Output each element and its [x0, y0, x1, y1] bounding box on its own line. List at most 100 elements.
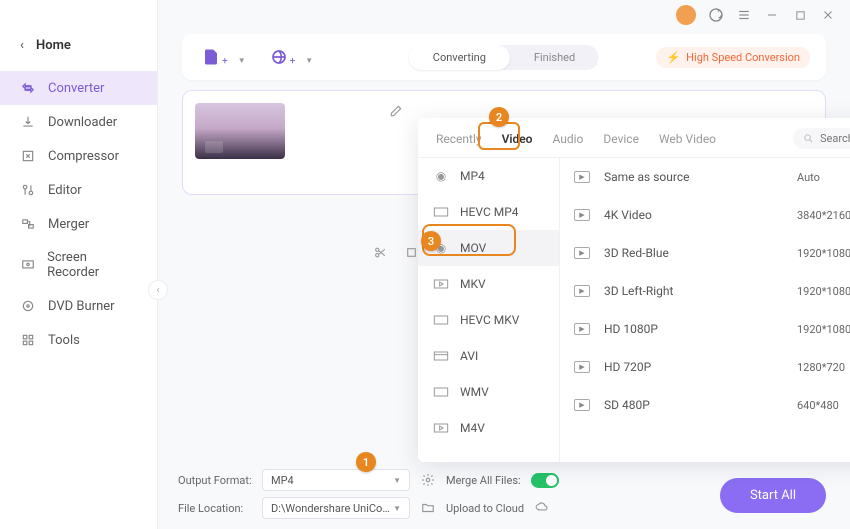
preset-list: ▶ Same as source Auto ▶4K Video3840*2160 ▶…	[560, 158, 850, 462]
format-hevc-mp4[interactable]: HEVC MP4	[418, 194, 559, 230]
format-icon	[432, 313, 450, 327]
add-file-button[interactable]: +	[198, 44, 232, 70]
format-m4v[interactable]: M4V	[418, 410, 559, 446]
format-icon	[432, 385, 450, 399]
chevron-down-icon: ▼	[393, 476, 401, 485]
format-avi[interactable]: AVI	[418, 338, 559, 374]
format-mkv[interactable]: MKV	[418, 266, 559, 302]
format-hevc-mkv[interactable]: HEVC MKV	[418, 302, 559, 338]
sidebar-item-editor[interactable]: Editor	[0, 173, 157, 207]
editor-icon	[20, 182, 36, 198]
preset-name: HD 1080P	[604, 322, 783, 336]
play-icon: ▶	[574, 171, 590, 183]
recorder-icon	[20, 257, 35, 273]
format-wmv[interactable]: WMV	[418, 374, 559, 410]
chevron-down-icon[interactable]: ▼	[238, 56, 246, 65]
popup-tab-video[interactable]: Video	[500, 129, 535, 149]
format-label: AVI	[460, 349, 478, 363]
preset-resolution: Auto	[797, 171, 850, 184]
output-format-label: Output Format:	[178, 474, 252, 487]
preset-resolution: 3840*2160	[797, 209, 850, 222]
preset-row[interactable]: ▶4K Video3840*2160	[560, 196, 850, 234]
search-input[interactable]	[820, 132, 850, 145]
play-icon: ▶	[574, 399, 590, 411]
preset-row[interactable]: ▶ Same as source Auto	[560, 158, 850, 196]
sidebar-item-downloader[interactable]: Downloader	[0, 105, 157, 139]
preset-name: 3D Red-Blue	[604, 246, 783, 260]
format-label: MP4	[460, 169, 485, 183]
upload-label: Upload to Cloud	[446, 502, 524, 515]
sidebar-item-label: Merger	[48, 217, 89, 232]
preset-resolution: 1920*1080	[797, 247, 850, 260]
format-icon	[432, 205, 450, 219]
add-url-button[interactable]: +	[266, 44, 300, 70]
preset-row[interactable]: ▶ HD 1080P 1920*1080	[560, 310, 850, 348]
sidebar-item-dvd-burner[interactable]: DVD Burner	[0, 289, 157, 323]
plus-icon: +	[290, 56, 296, 67]
play-icon: ▶	[574, 247, 590, 259]
cloud-icon[interactable]	[534, 500, 550, 517]
output-format-value: MP4	[271, 474, 294, 487]
preset-name: 3D Left-Right	[604, 284, 783, 298]
format-popup: Recently Video Audio Device Web Video ◉M…	[418, 118, 850, 462]
format-icon	[432, 421, 450, 435]
sidebar-item-label: Converter	[48, 81, 104, 96]
sidebar-item-screen-recorder[interactable]: Screen Recorder	[0, 241, 157, 289]
sidebar-item-label: Screen Recorder	[47, 250, 137, 280]
main-area: + ▼ + ▼ Converting Finished ⚡ High Speed…	[158, 0, 850, 529]
sidebar-item-converter[interactable]: Converter	[0, 71, 157, 105]
sidebar-item-label: Editor	[48, 183, 82, 198]
file-actions	[374, 246, 418, 262]
start-all-button[interactable]: Start All	[720, 478, 826, 513]
sidebar-item-tools[interactable]: Tools	[0, 323, 157, 357]
preset-row[interactable]: ▶HD 720P1280*720	[560, 348, 850, 386]
merge-label: Merge All Files:	[446, 474, 521, 487]
output-format-select[interactable]: MP4 ▼	[262, 469, 410, 491]
high-speed-badge[interactable]: ⚡ High Speed Conversion	[656, 47, 810, 68]
play-icon: ▶	[574, 323, 590, 335]
step-badge-1: 1	[356, 452, 376, 472]
format-icon	[432, 277, 450, 291]
format-icon	[432, 349, 450, 363]
scissors-icon[interactable]	[374, 246, 387, 262]
popup-tab-web[interactable]: Web Video	[657, 129, 718, 149]
plus-icon: +	[222, 56, 228, 67]
popup-tab-device[interactable]: Device	[601, 129, 641, 149]
preset-row[interactable]: ▶ 3D Red-Blue 1920*1080	[560, 234, 850, 272]
sidebar-item-merger[interactable]: Merger	[0, 207, 157, 241]
chevron-left-icon: ‹	[20, 38, 24, 53]
sidebar-item-compressor[interactable]: Compressor	[0, 139, 157, 173]
preset-name: Same as source	[604, 170, 783, 184]
crop-icon[interactable]	[405, 246, 418, 262]
file-location-select[interactable]: D:\Wondershare UniConverter 1 ▼	[262, 497, 410, 519]
tab-finished[interactable]: Finished	[510, 45, 599, 70]
format-label: WMV	[460, 385, 489, 399]
merger-icon	[20, 216, 36, 232]
edit-icon[interactable]	[389, 103, 403, 122]
home-label: Home	[36, 38, 71, 53]
preset-resolution: 1920*1080	[797, 323, 850, 336]
format-label: M4V	[460, 421, 485, 435]
format-mp4[interactable]: ◉MP4	[418, 158, 559, 194]
sidebar-item-label: Compressor	[48, 149, 119, 164]
download-icon	[20, 114, 36, 130]
video-thumbnail[interactable]	[195, 103, 285, 159]
preset-row[interactable]: ▶SD 480P640*480	[560, 386, 850, 424]
popup-tab-recently[interactable]: Recently	[434, 129, 484, 149]
merge-toggle[interactable]	[531, 473, 559, 488]
format-label: HEVC MP4	[460, 205, 519, 219]
settings-icon[interactable]	[420, 473, 436, 487]
tab-converting[interactable]: Converting	[409, 45, 510, 70]
search-icon	[803, 133, 814, 144]
preset-row[interactable]: ▶3D Left-Right1920*1080	[560, 272, 850, 310]
step-badge-2: 2	[489, 107, 509, 127]
search-input-wrap[interactable]	[793, 128, 850, 149]
popup-tab-audio[interactable]: Audio	[550, 129, 585, 149]
home-nav[interactable]: ‹ Home	[0, 30, 157, 61]
compressor-icon	[20, 148, 36, 164]
preset-name: HD 720P	[604, 360, 783, 374]
chevron-down-icon[interactable]: ▼	[305, 56, 313, 65]
play-icon: ▶	[574, 285, 590, 297]
file-location-label: File Location:	[178, 502, 252, 515]
folder-icon[interactable]	[420, 501, 436, 515]
